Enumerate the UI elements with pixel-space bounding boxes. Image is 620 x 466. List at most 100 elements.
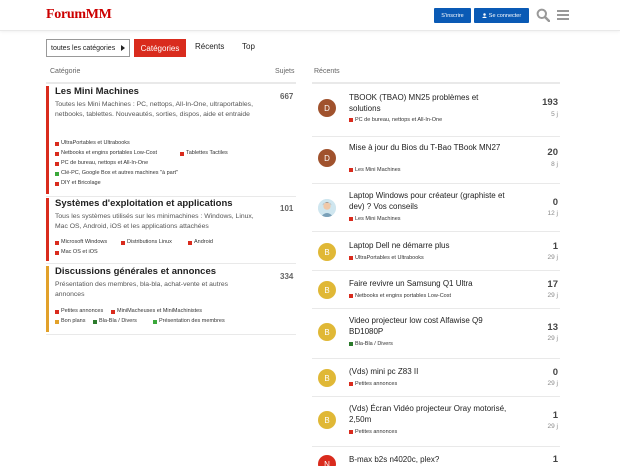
topic-title[interactable]: Mise à jour du Bios du T-Bao TBook MN27 — [349, 143, 509, 154]
tab-categories[interactable]: Catégories — [134, 39, 186, 57]
topic-title[interactable]: Video projecteur low cost Alfawise Q9 BD… — [349, 316, 509, 337]
subcategory-name: Bon plans — [61, 318, 86, 324]
topic-category-name: Les Mini Machines — [355, 167, 401, 173]
site-header: ForumMM S'inscrire Se connecter — [0, 0, 620, 31]
category-title[interactable]: Les Mini Machines — [55, 86, 260, 98]
subcategory-link[interactable]: Présentation des membres — [153, 317, 225, 327]
tab-recent[interactable]: Récents — [195, 42, 224, 51]
topic-age[interactable]: 29 j — [518, 380, 558, 387]
category-topic-count: 101 — [280, 204, 294, 213]
category-title[interactable]: Discussions générales et annonces — [55, 266, 250, 278]
topic-age[interactable]: 29 j — [518, 292, 558, 299]
topic-age[interactable]: 29 j — [518, 423, 558, 430]
topic-row: B Faire revivre un Samsung Q1 Ultra Netb… — [312, 272, 560, 306]
subcategory-name: Présentation des membres — [159, 318, 225, 324]
topic-title[interactable]: Faire revivre un Samsung Q1 Ultra — [349, 279, 509, 290]
topic-row: D Mise à jour du Bios du T-Bao TBook MN2… — [312, 138, 560, 182]
topic-reply-count: 1 — [552, 454, 558, 465]
tab-top[interactable]: Top — [242, 42, 255, 51]
subcategory-link[interactable]: UltraPortables et Ultrabooks — [55, 139, 130, 149]
divider — [312, 358, 560, 359]
avatar[interactable] — [318, 199, 336, 217]
topic-title[interactable]: (Vds) Écran Vidéo projecteur Oray motori… — [349, 404, 509, 425]
subcategory-link[interactable]: Clé-PC, Google Box et autres machines "à… — [55, 169, 178, 179]
topic-category[interactable]: Petites annonces — [349, 381, 397, 387]
subcategory-name: Petites annonces — [61, 308, 104, 314]
signup-button[interactable]: S'inscrire — [434, 8, 471, 23]
avatar[interactable]: D — [318, 149, 336, 167]
topic-row: Laptop Windows pour créateur (graphiste … — [312, 186, 560, 230]
subcategory-link[interactable]: MiniMacheuses et MiniMachinistes — [111, 307, 202, 317]
avatar[interactable]: B — [318, 243, 336, 261]
topic-age[interactable]: 8 j — [518, 161, 558, 168]
divider — [312, 231, 560, 232]
topic-category-name: Petites annonces — [355, 429, 398, 435]
subcategory-link[interactable]: Petites annonces — [55, 307, 103, 317]
topic-reply-count: 1 — [552, 241, 558, 252]
category-color-badge — [55, 161, 59, 166]
topic-row: B Video projecteur low cost Alfawise Q9 … — [312, 311, 560, 355]
category-description: Tous les systèmes utilisés sur les minim… — [55, 213, 254, 230]
subcategory-link[interactable]: Bla-Bla / Divers — [93, 317, 137, 327]
category-color-badge — [349, 118, 353, 122]
topic-age[interactable]: 29 j — [518, 335, 558, 342]
category-color-badge — [55, 151, 59, 156]
subcategory-name: DIY et Bricolage — [61, 180, 101, 186]
subcategory-link[interactable]: DIY et Bricolage — [55, 179, 101, 189]
topic-category-name: PC de bureau, nettops et All-In-One — [355, 117, 443, 123]
category-dropdown[interactable]: toutes les catégories — [46, 39, 130, 57]
subcategory-link[interactable]: Microsoft Windows — [55, 238, 107, 248]
avatar[interactable]: B — [318, 369, 336, 387]
topic-category[interactable]: UltraPortables et Ultrabooks — [349, 255, 424, 261]
topic-title[interactable]: Laptop Dell ne démarre plus — [349, 241, 509, 252]
avatar[interactable]: N — [318, 455, 336, 466]
topic-title[interactable]: TBOOK (TBAO) MN25 problèmes et solutions — [349, 93, 509, 114]
search-icon[interactable] — [536, 8, 550, 22]
topic-age[interactable]: 29 j — [518, 254, 558, 261]
topic-title[interactable]: (Vds) mini pc Z83 II — [349, 367, 509, 378]
category-title[interactable]: Systèmes d'exploitation et applications — [55, 198, 260, 210]
subcategory-link[interactable]: Bon plans — [55, 317, 85, 327]
subcategory-name: Mac OS et iOS — [61, 249, 98, 255]
topic-category[interactable]: Les Mini Machines — [349, 167, 401, 173]
subcategory-link[interactable]: PC de bureau, nettops et All-In-One — [55, 159, 148, 169]
subcategory-link[interactable]: Netbooks et engins portables Low-Cost — [55, 149, 157, 159]
divider — [312, 270, 560, 271]
avatar[interactable]: B — [318, 323, 336, 341]
topic-category-name: Les Mini Machines — [355, 216, 401, 222]
topic-category[interactable]: Les Mini Machines — [349, 216, 401, 222]
topic-row: B (Vds) Écran Vidéo projecteur Oray moto… — [312, 399, 560, 443]
topic-reply-count: 13 — [547, 322, 558, 333]
category-topic-count: 667 — [280, 92, 294, 101]
subcategory-link[interactable]: Mac OS et iOS — [55, 248, 98, 258]
column-header-recent: Récents — [314, 68, 340, 75]
topic-title[interactable]: Laptop Windows pour créateur (graphiste … — [349, 191, 509, 212]
topic-category-name: Petites annonces — [355, 381, 398, 387]
subcategory-name: Tablettes Tactiles — [186, 150, 228, 156]
topic-category[interactable]: Bla-Bla / Divers — [349, 341, 393, 347]
topic-title[interactable]: B-max b2s n4020c, plex? — [349, 455, 509, 466]
divider — [312, 82, 560, 84]
subcategory-link[interactable]: Android — [188, 238, 213, 248]
category-color-badge — [55, 171, 59, 176]
subcategory-name: MiniMacheuses et MiniMachinistes — [117, 308, 202, 314]
category-description: Toutes les Mini Machines : PC, nettops, … — [55, 101, 253, 118]
subcategory-link[interactable]: Tablettes Tactiles — [180, 149, 228, 159]
topic-age[interactable]: 12 j — [518, 210, 558, 217]
topic-row: B Laptop Dell ne démarre plus UltraPorta… — [312, 234, 560, 268]
avatar[interactable]: B — [318, 411, 336, 429]
divider — [312, 396, 560, 397]
hamburger-icon[interactable] — [557, 9, 569, 21]
site-logo[interactable]: ForumMM — [46, 7, 112, 23]
subcategory-name: Netbooks et engins portables Low-Cost — [61, 150, 157, 156]
login-button[interactable]: Se connecter — [474, 8, 529, 23]
topic-reply-count: 193 — [542, 97, 558, 108]
topic-category[interactable]: PC de bureau, nettops et All-In-One — [349, 117, 442, 123]
topic-age[interactable]: 5 j — [518, 111, 558, 118]
avatar[interactable]: D — [318, 99, 336, 117]
subcategory-link[interactable]: Distributions Linux — [121, 238, 172, 248]
subcategory-name: Clé-PC, Google Box et autres machines "à… — [61, 170, 179, 176]
avatar[interactable]: B — [318, 281, 336, 299]
topic-category[interactable]: Petites annonces — [349, 429, 397, 435]
topic-category[interactable]: Netbooks et engins portables Low-Cost — [349, 293, 451, 299]
